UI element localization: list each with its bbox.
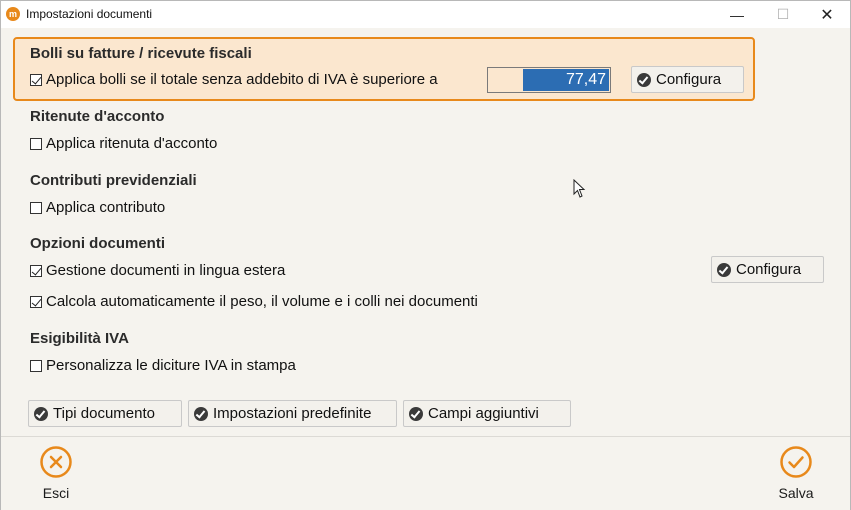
ritenute-section-title: Ritenute d'acconto (30, 108, 165, 125)
window-title: Impostazioni documenti (26, 7, 153, 21)
bolli-configure-label: Configura (656, 71, 722, 88)
bolli-checkbox[interactable] (30, 73, 42, 86)
lingua-estera-checkbox[interactable] (30, 264, 42, 277)
title-bar: m Impostazioni documenti — ☐ ✕ (1, 1, 850, 28)
calcola-peso-checkbox[interactable] (30, 295, 42, 308)
dialog-footer: Esci Salva (1, 436, 850, 510)
bolli-configure-button[interactable]: Configura (631, 66, 744, 93)
calcola-peso-checkbox-label: Calcola automaticamente il peso, il volu… (46, 293, 478, 310)
contributi-section-title: Contributi previdenziali (30, 172, 197, 189)
bolli-amount-value: 77,47 (523, 69, 609, 91)
contributi-checkbox[interactable] (30, 201, 42, 214)
check-circle-icon (717, 262, 731, 277)
tipi-documento-button[interactable]: Tipi documento (28, 400, 182, 427)
opzioni-configure-label: Configura (736, 261, 802, 278)
settings-window: m Impostazioni documenti — ☐ ✕ Bolli su … (0, 0, 851, 510)
close-button[interactable]: ✕ (804, 1, 850, 28)
impostazioni-predefinite-label: Impostazioni predefinite (213, 405, 372, 422)
close-circle-icon (40, 446, 72, 478)
check-circle-icon (637, 72, 651, 87)
mouse-pointer-icon (573, 179, 586, 198)
campi-aggiuntivi-label: Campi aggiuntivi (428, 405, 539, 422)
campi-aggiuntivi-button[interactable]: Campi aggiuntivi (403, 400, 571, 427)
ritenute-checkbox-row[interactable]: Applica ritenuta d'acconto (30, 135, 217, 152)
bolli-checkbox-label: Applica bolli se il totale senza addebit… (46, 71, 438, 88)
esci-button[interactable]: Esci (26, 445, 86, 501)
check-circle-icon (194, 406, 208, 421)
esigibilita-checkbox-row[interactable]: Personalizza le diciture IVA in stampa (30, 357, 296, 374)
opzioni-section-title: Opzioni documenti (30, 235, 165, 252)
lingua-estera-checkbox-label: Gestione documenti in lingua estera (46, 262, 286, 279)
check-circle-icon (34, 406, 48, 421)
esigibilita-section-title: Esigibilità IVA (30, 330, 129, 347)
minimize-button[interactable]: — (714, 1, 760, 28)
bolli-amount-input[interactable]: 77,47 (487, 67, 611, 93)
bolli-checkbox-row[interactable]: Applica bolli se il totale senza addebit… (30, 71, 438, 88)
esigibilita-checkbox[interactable] (30, 359, 42, 372)
esigibilita-checkbox-label: Personalizza le diciture IVA in stampa (46, 357, 296, 374)
check-circle-icon (409, 406, 423, 421)
esci-label: Esci (42, 485, 70, 501)
ritenute-checkbox-label: Applica ritenuta d'acconto (46, 135, 218, 152)
bolli-section-title: Bolli su fatture / ricevute fiscali (30, 45, 252, 62)
check-outline-circle-icon (780, 446, 812, 478)
ritenute-checkbox[interactable] (30, 137, 42, 150)
settings-content: Bolli su fatture / ricevute fiscali Appl… (1, 28, 850, 436)
contributi-checkbox-label: Applica contributo (46, 199, 166, 216)
impostazioni-predefinite-button[interactable]: Impostazioni predefinite (188, 400, 397, 427)
maximize-button[interactable]: ☐ (760, 1, 806, 28)
tipi-documento-label: Tipi documento (53, 405, 155, 422)
calcola-peso-checkbox-row[interactable]: Calcola automaticamente il peso, il volu… (30, 293, 478, 310)
app-logo-icon: m (6, 7, 20, 21)
opzioni-configure-button[interactable]: Configura (711, 256, 824, 283)
salva-button[interactable]: Salva (766, 445, 826, 501)
lingua-estera-checkbox-row[interactable]: Gestione documenti in lingua estera (30, 262, 285, 279)
salva-label: Salva (778, 485, 814, 501)
contributi-checkbox-row[interactable]: Applica contributo (30, 199, 165, 216)
